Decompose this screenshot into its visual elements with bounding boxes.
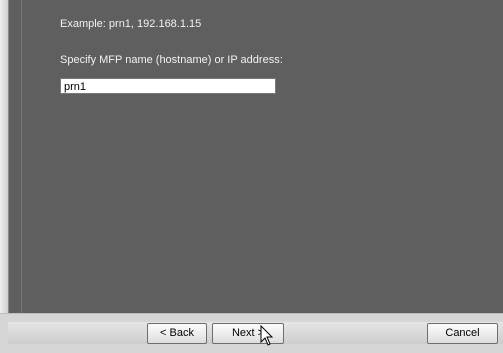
example-text: Example: prn1, 192.168.1.15 [60, 18, 202, 30]
wizard-content-panel [8, 0, 503, 313]
panel-divider-line [21, 0, 22, 313]
left-edge-stripe [0, 0, 8, 352]
cancel-button[interactable]: Cancel [427, 323, 498, 344]
back-button[interactable]: < Back [147, 323, 207, 344]
hostname-input[interactable] [60, 78, 276, 94]
instruction-text: Specify MFP name (hostname) or IP addres… [60, 54, 283, 66]
next-button[interactable]: Next > [212, 323, 284, 344]
button-bar: < Back Next > Cancel [0, 313, 503, 353]
